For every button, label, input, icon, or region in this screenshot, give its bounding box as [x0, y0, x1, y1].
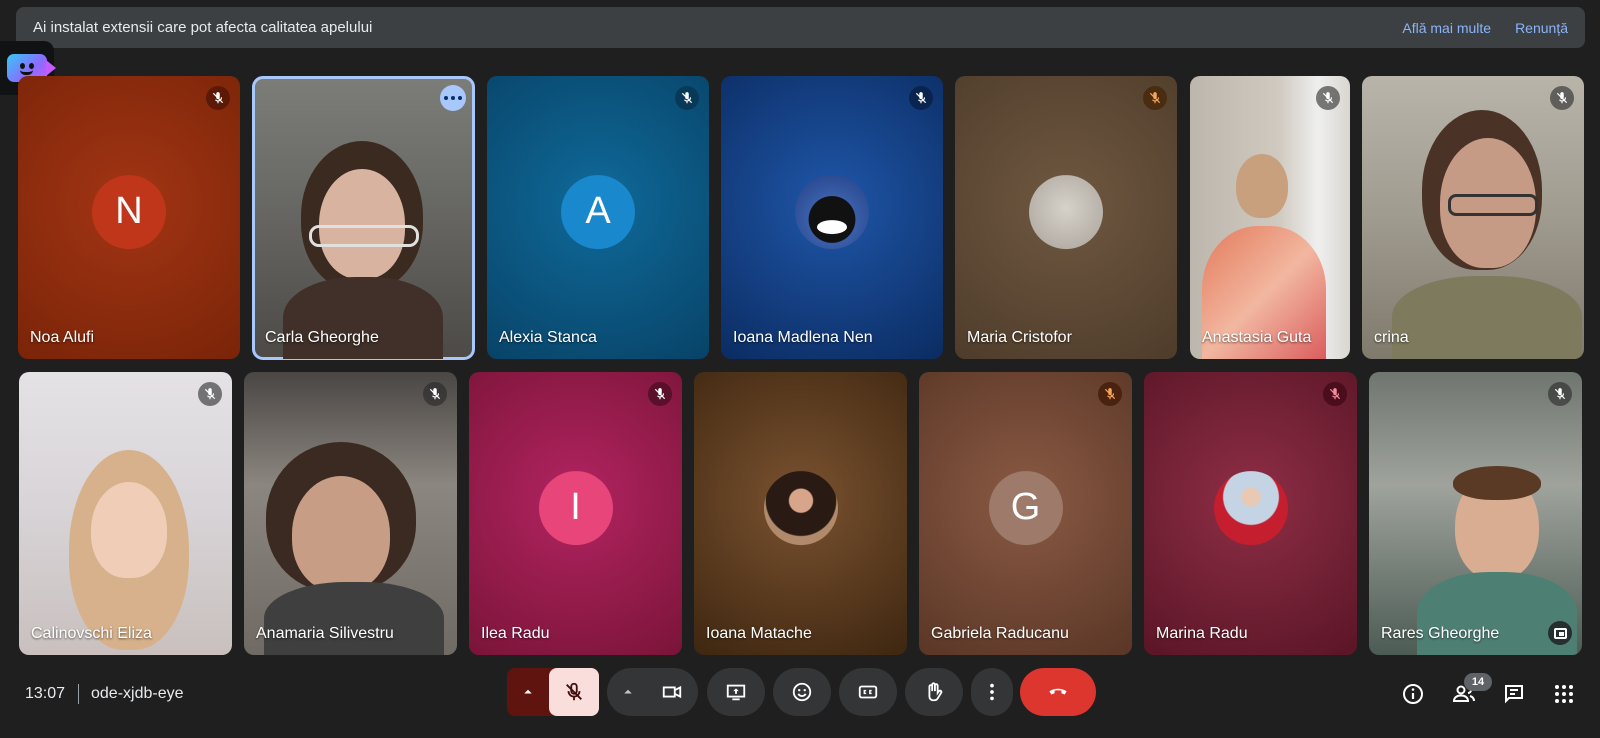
participant-name: Rares Gheorghe: [1381, 625, 1500, 642]
participant-name: Marina Radu: [1156, 625, 1248, 642]
mic-off-icon: [1143, 86, 1167, 110]
participant-tile-ioana-madlena-nen[interactable]: Ioana Madlena Nen: [721, 76, 943, 359]
more-options-button[interactable]: [440, 85, 466, 111]
meeting-code: ode-xjdb-eye: [91, 685, 184, 702]
present-screen-icon: [726, 684, 746, 701]
participant-tile-gabriela-raducanu[interactable]: G Gabriela Raducanu: [919, 372, 1132, 655]
videocam-icon[interactable]: [661, 681, 683, 703]
participant-name: Carla Gheorghe: [265, 329, 379, 346]
avatar-photo-cat: [795, 174, 869, 249]
mic-off-icon: [423, 382, 447, 406]
more-vert-icon: [990, 683, 994, 701]
mic-off-icon: [1316, 86, 1340, 110]
mic-off-icon: [1550, 86, 1574, 110]
participant-count-badge: 14: [1464, 673, 1492, 691]
apps-grid-icon: [1555, 685, 1573, 703]
avatar-photo-sketch: [1029, 174, 1103, 249]
more-options-button[interactable]: [971, 668, 1013, 716]
participant-name: Maria Cristofor: [967, 329, 1072, 346]
participant-tile-alexia-stanca[interactable]: A Alexia Stanca: [487, 76, 709, 359]
chat-button[interactable]: [1500, 680, 1528, 708]
avatar-photo-child: [1213, 470, 1288, 545]
divider: [78, 684, 79, 704]
participant-name: Gabriela Raducanu: [931, 625, 1069, 642]
participant-tile-noa-alufi[interactable]: N Noa Alufi: [18, 76, 240, 359]
leave-call-button[interactable]: [1020, 668, 1096, 716]
chevron-up-icon[interactable]: [619, 683, 637, 701]
clock: 13:07: [25, 685, 66, 702]
participant-name: Calinovschi Eliza: [31, 625, 152, 642]
chevron-up-icon: [524, 689, 532, 694]
participant-tile-anastasia-guta[interactable]: Anastasia Guta: [1190, 76, 1350, 359]
mic-off-icon: [206, 86, 230, 110]
video-controls-group: [607, 668, 698, 716]
closed-caption-icon: [858, 685, 878, 699]
participant-tile-calinovschi-eliza[interactable]: Calinovschi Eliza: [19, 372, 232, 655]
participant-name: Anamaria Silivestru: [256, 625, 394, 642]
participant-tile-rares-gheorghe[interactable]: Rares Gheorghe: [1369, 372, 1582, 655]
participant-name: Anastasia Guta: [1202, 329, 1312, 346]
participant-name: Ioana Matache: [706, 625, 812, 642]
mic-off-icon: [648, 382, 672, 406]
raise-hand-icon: [928, 682, 943, 702]
present-screen-button[interactable]: [707, 668, 765, 716]
meeting-details-button[interactable]: [1399, 680, 1427, 708]
mic-off-icon: [1548, 382, 1572, 406]
mic-off-icon: [909, 86, 933, 110]
learn-more-link[interactable]: Află mai multe: [1402, 20, 1491, 36]
activities-button[interactable]: [1550, 680, 1578, 708]
info-icon: [1403, 684, 1423, 704]
participant-tile-maria-cristofor[interactable]: Maria Cristofor: [955, 76, 1177, 359]
mic-off-icon: [1098, 382, 1122, 406]
banner-message: Ai instalat extensii care pot afecta cal…: [33, 19, 373, 36]
participant-tile-carla-gheorghe[interactable]: Carla Gheorghe: [252, 76, 475, 360]
dismiss-link[interactable]: Renunță: [1515, 20, 1568, 36]
avatar-photo-portrait: [763, 470, 838, 545]
participant-tile-anamaria-silivestru[interactable]: Anamaria Silivestru: [244, 372, 457, 655]
participant-name: Noa Alufi: [30, 329, 95, 346]
avatar: A: [561, 174, 635, 249]
participant-tile-ioana-matache[interactable]: Ioana Matache: [694, 372, 907, 655]
participant-tile-ilea-radu[interactable]: I Ilea Radu: [469, 372, 682, 655]
participant-name: crina: [1374, 329, 1409, 346]
participant-tile-marina-radu[interactable]: Marina Radu: [1144, 372, 1357, 655]
avatar: I: [538, 470, 613, 545]
call-controls-bar: 13:07 ode-xjdb-eye: [0, 660, 1600, 738]
raise-hand-button[interactable]: [905, 668, 963, 716]
mic-off-icon: [675, 86, 699, 110]
meet-window: Ai instalat extensii care pot afecta cal…: [0, 0, 1600, 738]
participant-name: Ilea Radu: [481, 625, 550, 642]
call-end-icon: [1049, 688, 1067, 695]
participant-tile-crina[interactable]: crina: [1362, 76, 1584, 359]
picture-in-picture-icon[interactable]: [1548, 621, 1572, 645]
captions-button[interactable]: [839, 668, 897, 716]
emoji-icon: [792, 682, 812, 702]
emoji-reactions-button[interactable]: [773, 668, 831, 716]
chat-icon: [1505, 685, 1523, 704]
mic-off-icon: [566, 682, 582, 701]
participant-name: Ioana Madlena Nen: [733, 329, 873, 346]
mic-off-icon: [1323, 382, 1347, 406]
avatar: G: [988, 470, 1063, 545]
extension-warning-banner: Ai instalat extensii care pot afecta cal…: [16, 7, 1585, 48]
mic-off-icon: [198, 382, 222, 406]
microphone-toggle-button[interactable]: [549, 668, 599, 716]
participant-name: Alexia Stanca: [499, 329, 597, 346]
avatar: N: [92, 174, 166, 249]
